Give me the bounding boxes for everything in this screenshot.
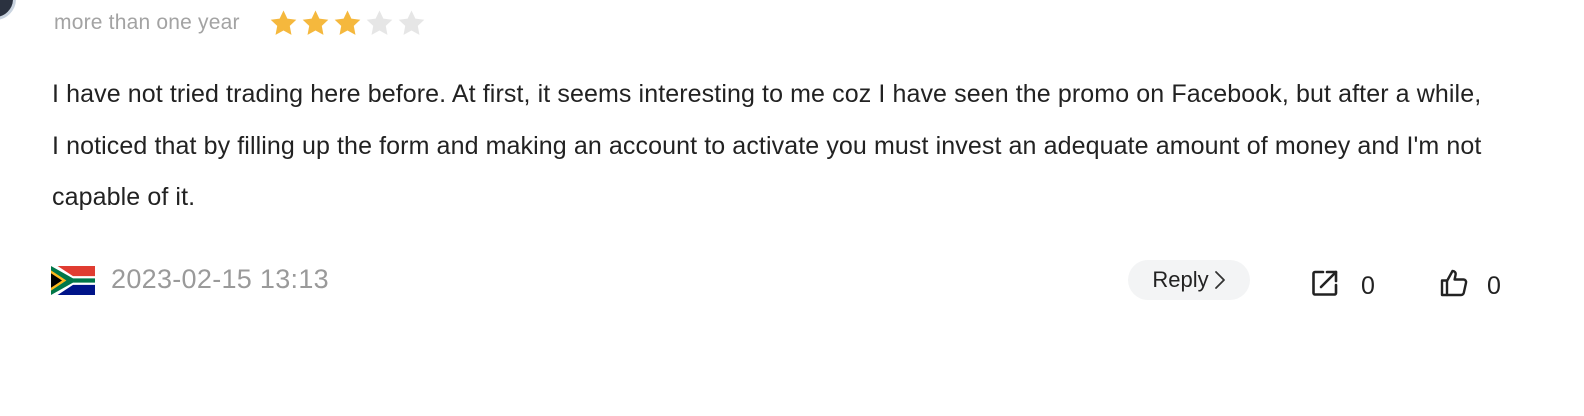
avatar[interactable] (0, 0, 16, 20)
review-timestamp: 2023-02-15 13:13 (111, 264, 329, 294)
south-africa-flag-icon (51, 266, 95, 295)
review-footer: 2023-02-15 13:13 Reply 0 0 (51, 256, 1511, 304)
star-rating (269, 9, 426, 38)
share-external-icon[interactable] (1311, 269, 1339, 297)
star-filled-icon (301, 9, 330, 38)
chevron-right-icon (1214, 271, 1225, 289)
like-button[interactable]: 0 (1439, 264, 1501, 301)
share-count: 0 (1361, 272, 1375, 300)
star-empty-icon (397, 9, 426, 38)
like-count: 0 (1487, 272, 1501, 300)
share-button[interactable]: 0 (1311, 264, 1375, 301)
trading-duration: more than one year (54, 11, 240, 34)
reply-button[interactable]: Reply (1128, 260, 1250, 300)
reply-label: Reply (1152, 267, 1209, 292)
review-text: I have not tried trading here before. At… (52, 80, 1482, 211)
review-card: more than one year I have not tried trad… (0, 0, 1584, 416)
star-filled-icon (269, 9, 298, 38)
star-empty-icon (365, 9, 394, 38)
review-meta: more than one year (54, 6, 426, 40)
thumbs-up-icon[interactable] (1439, 268, 1469, 298)
star-filled-icon (333, 9, 362, 38)
